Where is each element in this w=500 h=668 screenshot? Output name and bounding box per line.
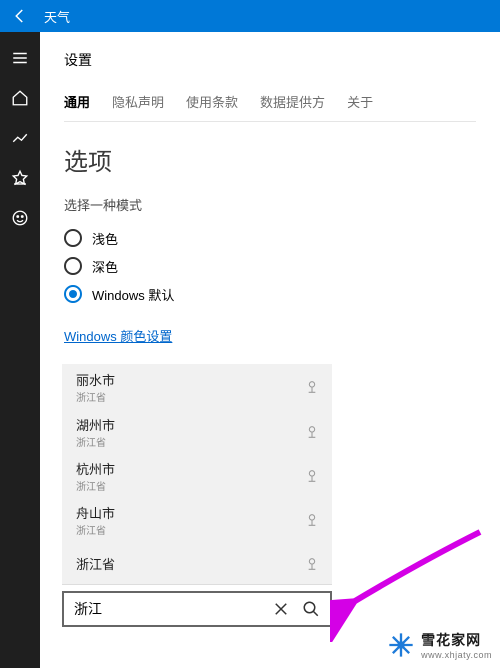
suggestion-item[interactable]: 湖州市 浙江省 bbox=[62, 408, 332, 452]
section-options-title: 选项 bbox=[64, 142, 476, 177]
color-settings-link[interactable]: Windows 颜色设置 bbox=[64, 326, 172, 345]
window-title: 天气 bbox=[44, 7, 70, 26]
suggestion-item[interactable]: 舟山市 浙江省 bbox=[62, 496, 332, 540]
sidebar bbox=[0, 32, 40, 668]
radio-windows-default[interactable]: Windows 默认 bbox=[64, 280, 476, 308]
title-bar: 天气 bbox=[0, 0, 500, 32]
suggestion-city: 舟山市 bbox=[76, 503, 115, 522]
suggestion-city: 杭州市 bbox=[76, 459, 115, 478]
back-button[interactable] bbox=[8, 4, 32, 28]
location-pin-icon bbox=[304, 556, 320, 572]
location-pin-icon bbox=[304, 468, 320, 484]
location-search-box bbox=[62, 591, 332, 627]
tab-privacy[interactable]: 隐私声明 bbox=[112, 92, 164, 111]
suggestion-item[interactable]: 杭州市 浙江省 bbox=[62, 452, 332, 496]
radio-dark[interactable]: 深色 bbox=[64, 252, 476, 280]
watermark-brand: 雪花家网 bbox=[421, 630, 492, 650]
suggestion-province: 浙江省 bbox=[76, 522, 115, 537]
snowflake-icon bbox=[387, 631, 415, 659]
radio-label: 浅色 bbox=[92, 229, 118, 248]
location-pin-icon bbox=[304, 379, 320, 395]
tab-data-provider[interactable]: 数据提供方 bbox=[260, 92, 325, 111]
tab-about[interactable]: 关于 bbox=[347, 92, 373, 111]
radio-light[interactable]: 浅色 bbox=[64, 224, 476, 252]
suggestion-province: 浙江省 bbox=[76, 434, 115, 449]
favorites-icon[interactable] bbox=[0, 158, 40, 198]
watermark-url: www.xhjaty.com bbox=[421, 650, 492, 660]
tab-terms[interactable]: 使用条款 bbox=[186, 92, 238, 111]
suggestion-panel: 丽水市 浙江省 湖州市 浙江省 杭州市 浙江省 bbox=[62, 364, 332, 585]
suggestion-city: 浙江省 bbox=[76, 554, 115, 573]
suggestion-province: 浙江省 bbox=[76, 389, 115, 404]
settings-content: 设置 通用 隐私声明 使用条款 数据提供方 关于 选项 选择一种模式 浅色 深色… bbox=[40, 32, 500, 668]
suggestion-city: 湖州市 bbox=[76, 415, 115, 434]
suggestion-province: 浙江省 bbox=[76, 478, 115, 493]
tab-general[interactable]: 通用 bbox=[64, 92, 90, 111]
hamburger-menu-button[interactable] bbox=[0, 38, 40, 78]
search-input[interactable] bbox=[74, 601, 266, 617]
suggestion-item[interactable]: 丽水市 浙江省 bbox=[62, 364, 332, 408]
mode-radio-group: 浅色 深色 Windows 默认 bbox=[64, 224, 476, 308]
location-pin-icon bbox=[304, 512, 320, 528]
tab-bar: 通用 隐私声明 使用条款 数据提供方 关于 bbox=[64, 92, 476, 122]
chart-icon[interactable] bbox=[0, 118, 40, 158]
suggestion-item[interactable]: 浙江省 bbox=[62, 540, 332, 584]
emoji-icon[interactable] bbox=[0, 198, 40, 238]
location-pin-icon bbox=[304, 424, 320, 440]
radio-label: 深色 bbox=[92, 257, 118, 276]
radio-label: Windows 默认 bbox=[92, 285, 174, 304]
mode-label: 选择一种模式 bbox=[64, 195, 476, 214]
search-button[interactable] bbox=[296, 594, 326, 624]
suggestion-city: 丽水市 bbox=[76, 370, 115, 389]
home-icon[interactable] bbox=[0, 78, 40, 118]
watermark: 雪花家网 www.xhjaty.com bbox=[387, 630, 492, 660]
settings-header: 设置 bbox=[64, 50, 476, 70]
clear-button[interactable] bbox=[266, 594, 296, 624]
arrow-annotation bbox=[330, 522, 500, 642]
